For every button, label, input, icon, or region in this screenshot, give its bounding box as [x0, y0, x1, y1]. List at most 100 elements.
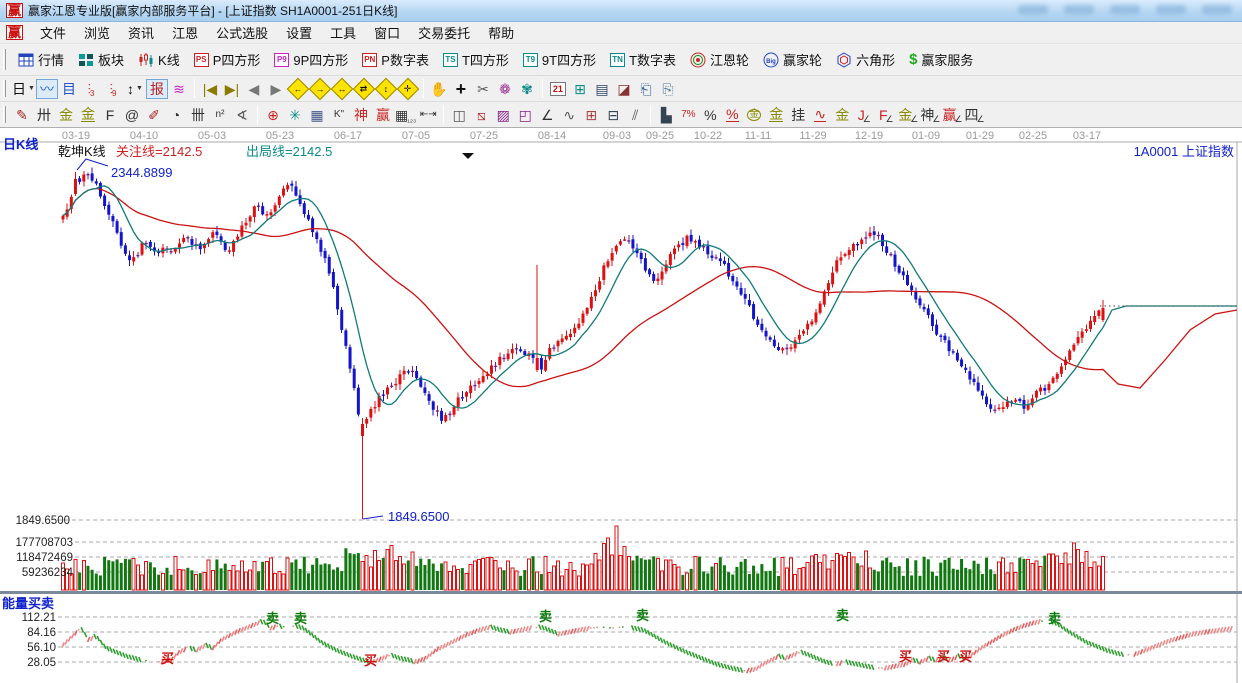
- title-bar[interactable]: 赢 赢家江恩专业版[赢家内部服务平台] - [上证指数 SH1A0001-251…: [0, 0, 1242, 22]
- j-angle-button[interactable]: J∠: [853, 105, 875, 125]
- dark-grid-button[interactable]: ⊟: [602, 105, 624, 125]
- k-mark-button[interactable]: K": [328, 105, 350, 125]
- compress-button[interactable]: ⇄: [353, 79, 375, 99]
- period-day-dropdown[interactable]: 日▼: [11, 79, 36, 99]
- gold-ratio2-button[interactable]: 金: [77, 105, 99, 125]
- menu-item[interactable]: 设置: [277, 21, 321, 44]
- shen-angle-button[interactable]: 神∠: [919, 105, 941, 125]
- remote-data-button[interactable]: ⎗: [635, 79, 657, 99]
- toolbar-item-K线[interactable]: K线: [131, 47, 187, 72]
- toolbar-item-T数字表[interactable]: TNT数字表: [603, 47, 683, 72]
- gold-box-button[interactable]: 金: [831, 105, 853, 125]
- wave-tool-button[interactable]: ∿: [558, 105, 580, 125]
- gold-ratio-button[interactable]: 金: [55, 105, 77, 125]
- menu-item[interactable]: 浏览: [75, 21, 119, 44]
- toolbar-item-行情[interactable]: 行情: [11, 47, 71, 72]
- next-page-button[interactable]: ▶: [265, 79, 287, 99]
- chart-pattern-button[interactable]: 〰: [36, 79, 58, 99]
- four-angle-button[interactable]: 四∠: [964, 105, 986, 125]
- kline-chart-svg[interactable]: 03-1904-1005-0305-2306-1707-0507-2508-14…: [0, 128, 1242, 683]
- color-bars-button[interactable]: ≋: [168, 79, 190, 99]
- star-grid-button[interactable]: ✳: [284, 105, 306, 125]
- save-chart-button[interactable]: ◪: [613, 79, 635, 99]
- angle-line-button[interactable]: ∢: [231, 105, 253, 125]
- gann-shape-button[interactable]: ❁: [494, 79, 516, 99]
- draw-pencil2-button[interactable]: ✐: [143, 105, 165, 125]
- compass-circle-button[interactable]: ◔: [165, 105, 187, 125]
- wave-avg-button[interactable]: ∿: [809, 105, 831, 125]
- crosshair-button[interactable]: +: [450, 79, 472, 99]
- hash-lines-button[interactable]: 卌: [187, 105, 209, 125]
- rays-fan-button[interactable]: ⧅: [470, 105, 492, 125]
- spiral-button[interactable]: @: [121, 105, 143, 125]
- pc-tools-button[interactable]: ⎘: [657, 79, 679, 99]
- grid-123-button[interactable]: ▦₁₂₃: [394, 105, 417, 125]
- zoom-all-button[interactable]: ✛: [397, 79, 419, 99]
- expand-vert-button[interactable]: ↕: [375, 79, 397, 99]
- grid-lines-button[interactable]: 卅: [33, 105, 55, 125]
- toolbar-item-9T四方形[interactable]: T99T四方形: [516, 47, 603, 72]
- square-grid-button[interactable]: ▦: [306, 105, 328, 125]
- chart-area[interactable]: 03-1904-1005-0305-2306-1707-0507-2508-14…: [0, 128, 1242, 683]
- toolbar-grip[interactable]: [3, 80, 6, 98]
- angle-tool-button[interactable]: ∠: [536, 105, 558, 125]
- flag-tool-button[interactable]: 挂: [787, 105, 809, 125]
- toolbar-item-P数字表[interactable]: PNP数字表: [355, 47, 436, 72]
- ying-angle-button[interactable]: 赢∠: [941, 105, 963, 125]
- draw-pencil-button[interactable]: ✎: [11, 105, 33, 125]
- last-page-button[interactable]: ▶|: [221, 79, 243, 99]
- report-button[interactable]: 报: [146, 79, 168, 99]
- target-cross-button[interactable]: ⊕: [262, 105, 284, 125]
- toolbar-item-板块[interactable]: 板块: [71, 47, 131, 72]
- span-arrows-button[interactable]: ⇤⇥: [417, 105, 439, 125]
- box-x-button[interactable]: ◰: [514, 105, 536, 125]
- menu-item[interactable]: 交易委托: [409, 21, 479, 44]
- calculator-button[interactable]: ⊞: [569, 79, 591, 99]
- shen-tool-button[interactable]: 神: [350, 105, 372, 125]
- gold-circle-button[interactable]: 金: [743, 105, 765, 125]
- toolbar-grip[interactable]: [3, 49, 6, 71]
- candle-combine-9-button[interactable]: ⫶9: [102, 79, 124, 99]
- percent-lines-button[interactable]: %: [721, 105, 743, 125]
- toolbar-item-六角形[interactable]: 六角形: [829, 47, 902, 72]
- menu-item[interactable]: 帮助: [479, 21, 523, 44]
- smart-button[interactable]: ✾: [516, 79, 538, 99]
- first-page-button[interactable]: |◀: [199, 79, 221, 99]
- chart-scale-button[interactable]: ▙: [655, 105, 677, 125]
- menu-item[interactable]: 资讯: [119, 21, 163, 44]
- gold-angle-button[interactable]: 金∠: [897, 105, 919, 125]
- calendar-button[interactable]: 21: [547, 79, 569, 99]
- box-fan-button[interactable]: ▨: [492, 105, 514, 125]
- toolbar-item-赢家服务[interactable]: $赢家服务: [902, 47, 980, 72]
- fibo-f-button[interactable]: F: [99, 105, 121, 125]
- gold-lines-button[interactable]: 金: [765, 105, 787, 125]
- menu-item[interactable]: 公式选股: [207, 21, 277, 44]
- cut-button[interactable]: ✂: [472, 79, 494, 99]
- scale-mode-dropdown[interactable]: ↕▼: [124, 79, 146, 99]
- n-square-button[interactable]: n²: [209, 105, 231, 125]
- pct7-button[interactable]: 7%: [677, 105, 699, 125]
- menu-item[interactable]: 江恩: [163, 21, 207, 44]
- toolbar-item-9P四方形[interactable]: P99P四方形: [267, 47, 355, 72]
- ying-tool-button[interactable]: 赢: [372, 105, 394, 125]
- toolbar-item-T四方形[interactable]: TST四方形: [436, 47, 516, 72]
- toolbar-item-赢家轮[interactable]: Big赢家轮: [756, 47, 829, 72]
- toolbar-item-P四方形[interactable]: PSP四方形: [187, 47, 268, 72]
- menu-item[interactable]: 窗口: [365, 21, 409, 44]
- prev-page-button[interactable]: ◀: [243, 79, 265, 99]
- menu-item[interactable]: 文件: [31, 21, 75, 44]
- red-grid-button[interactable]: ⊞: [580, 105, 602, 125]
- hand-drag-button[interactable]: ✋: [428, 79, 450, 99]
- zoom-right-button[interactable]: →: [309, 79, 331, 99]
- menu-item[interactable]: 工具: [321, 21, 365, 44]
- parallel-lines-button[interactable]: ⫽: [624, 105, 646, 125]
- candle-combine-3-button[interactable]: ⫶3: [80, 79, 102, 99]
- info-list-button[interactable]: 目: [58, 79, 80, 99]
- zoom-horiz-button[interactable]: ↔: [331, 79, 353, 99]
- zoom-left-button[interactable]: ←: [287, 79, 309, 99]
- toolbar-item-江恩轮[interactable]: 江恩轮: [683, 47, 756, 72]
- toolbar-grip[interactable]: [3, 106, 6, 124]
- notes-button[interactable]: ▤: [591, 79, 613, 99]
- f-angle-button[interactable]: F∠: [875, 105, 897, 125]
- percent-button[interactable]: %: [699, 105, 721, 125]
